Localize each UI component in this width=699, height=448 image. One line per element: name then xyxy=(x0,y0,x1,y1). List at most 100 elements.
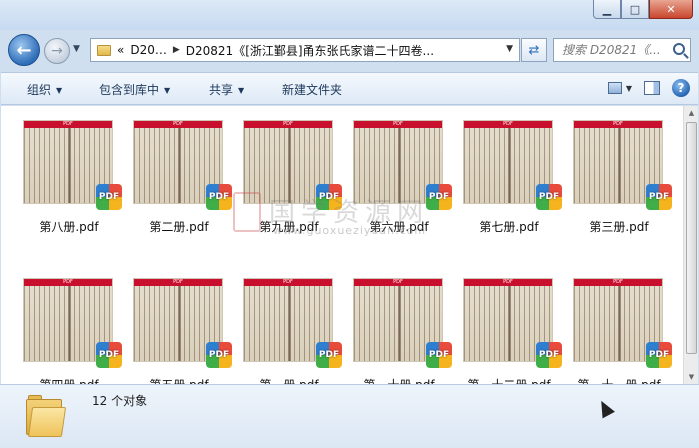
file-name: 第四册.pdf xyxy=(14,376,124,384)
thumbnail-header: PDF xyxy=(354,279,442,286)
breadcrumb-overflow[interactable]: « xyxy=(117,43,124,57)
file-name: 第五册.pdf xyxy=(124,376,234,384)
file-item[interactable]: PDF PDF 第一十册.pdf xyxy=(344,270,454,384)
search-icon[interactable] xyxy=(673,43,685,55)
thumbnail-header: PDF xyxy=(574,279,662,286)
navigation-bar: ← → ▼ « D20… ▶ D20821《[浙江鄞县]甬东张氏家谱二十四卷..… xyxy=(0,30,699,70)
file-name: 第二册.pdf xyxy=(149,220,209,234)
book-spine xyxy=(398,128,401,203)
book-spine xyxy=(178,286,181,361)
thumbnail-header: PDF xyxy=(24,121,112,128)
file-name: 第三册.pdf xyxy=(589,220,649,234)
maximize-button[interactable]: □ xyxy=(621,0,649,19)
file-item[interactable]: PDF PDF 第八册.pdf xyxy=(14,112,124,240)
forward-button[interactable]: → xyxy=(44,38,70,64)
minimize-button[interactable]: ▁ xyxy=(593,0,621,19)
view-options-dropdown[interactable]: ▼ xyxy=(626,84,632,93)
back-button[interactable]: ← xyxy=(8,34,40,66)
item-count: 12 个对象 xyxy=(92,394,148,408)
folder-icon xyxy=(97,44,111,56)
help-icon[interactable]: ? xyxy=(672,79,690,97)
toolbar-icons: ▼ ? xyxy=(607,79,690,97)
title-bar: ▁ □ ✕ xyxy=(0,0,699,30)
file-item[interactable]: PDF PDF 第一册.pdf xyxy=(234,270,344,384)
preview-pane-icon[interactable] xyxy=(644,81,660,95)
pdf-icon: PDF xyxy=(206,342,232,368)
pdf-icon: PDF xyxy=(646,342,672,368)
thumbnail-header: PDF xyxy=(134,121,222,128)
file-name: 第八册.pdf xyxy=(39,220,99,234)
pdf-icon: PDF xyxy=(646,184,672,210)
book-spine xyxy=(398,286,401,361)
file-name: 第六册.pdf xyxy=(369,220,429,234)
thumbnail-header: PDF xyxy=(244,279,332,286)
close-button[interactable]: ✕ xyxy=(649,0,693,19)
book-spine xyxy=(508,128,511,203)
include-in-library-menu[interactable]: 包含到库中 ▼ xyxy=(99,81,170,98)
scroll-up-icon[interactable]: ▲ xyxy=(684,106,699,120)
share-label: 共享 xyxy=(209,83,234,97)
file-item[interactable]: PDF PDF 第三册.pdf xyxy=(564,112,674,240)
book-spine xyxy=(178,128,181,203)
include-in-library-label: 包含到库中 xyxy=(99,83,160,97)
organize-label: 组织 xyxy=(27,83,52,97)
folder-icon xyxy=(26,393,67,437)
chevron-down-icon: ▼ xyxy=(56,86,63,95)
search-input[interactable] xyxy=(562,43,670,57)
file-item[interactable]: PDF PDF 第一十二册.pdf xyxy=(454,270,564,384)
breadcrumb-item-current[interactable]: D20821《[浙江鄞县]甬东张氏家谱二十四卷... xyxy=(186,42,434,59)
vertical-scrollbar[interactable]: ▲ ▼ xyxy=(683,106,698,384)
file-name: 第一十二册.pdf xyxy=(454,376,564,384)
file-item[interactable]: PDF PDF 第一十一册.pdf xyxy=(564,270,674,384)
file-name: 第一册.pdf xyxy=(234,376,344,384)
pdf-icon: PDF xyxy=(536,184,562,210)
pdf-icon: PDF xyxy=(96,342,122,368)
book-spine xyxy=(618,286,621,361)
pdf-icon: PDF xyxy=(316,342,342,368)
book-spine xyxy=(68,128,71,203)
recent-pages-dropdown[interactable]: ▼ xyxy=(73,44,80,54)
file-item[interactable]: PDF PDF 第四册.pdf xyxy=(14,270,124,384)
file-name: 第七册.pdf xyxy=(479,220,539,234)
book-spine xyxy=(288,128,291,203)
file-item[interactable]: PDF PDF 第九册.pdf xyxy=(234,112,344,240)
file-name: 第一十册.pdf xyxy=(344,376,454,384)
scroll-down-icon[interactable]: ▼ xyxy=(684,370,699,384)
scroll-thumb[interactable] xyxy=(686,122,697,354)
organize-menu[interactable]: 组织 ▼ xyxy=(27,81,62,98)
window-controls: ▁ □ ✕ xyxy=(593,0,693,19)
book-spine xyxy=(288,286,291,361)
pdf-icon: PDF xyxy=(426,342,452,368)
change-view-icon[interactable] xyxy=(607,82,622,94)
chevron-down-icon: ▼ xyxy=(238,86,245,95)
file-item[interactable]: PDF PDF 第七册.pdf xyxy=(454,112,564,240)
breadcrumb-item-parent[interactable]: D20… xyxy=(130,43,167,57)
pdf-icon: PDF xyxy=(96,184,122,210)
thumbnail-header: PDF xyxy=(464,279,552,286)
thumbnail-header: PDF xyxy=(24,279,112,286)
thumbnail-header: PDF xyxy=(574,121,662,128)
command-toolbar: 组织 ▼ 包含到库中 ▼ 共享 ▼ 新建文件夹 ▼ ? xyxy=(1,72,698,105)
file-item[interactable]: PDF PDF 第六册.pdf xyxy=(344,112,454,240)
thumbnail-header: PDF xyxy=(134,279,222,286)
thumbnail-header: PDF xyxy=(244,121,332,128)
file-name: 第一十一册.pdf xyxy=(564,376,674,384)
address-bar[interactable]: « D20… ▶ D20821《[浙江鄞县]甬东张氏家谱二十四卷... ▼ xyxy=(90,38,520,62)
file-item[interactable]: PDF PDF 第五册.pdf xyxy=(124,270,234,384)
refresh-button[interactable]: ⇄ xyxy=(521,38,547,62)
file-name: 第九册.pdf xyxy=(259,220,319,234)
status-bar: 12 个对象 xyxy=(0,384,699,448)
book-spine xyxy=(508,286,511,361)
search-box[interactable] xyxy=(553,38,691,62)
file-list: PDFPDF第一十一册.pdfPDFPDF第一十二册.pdfPDFPDF第一十册… xyxy=(1,106,683,384)
thumbnail-header: PDF xyxy=(354,121,442,128)
book-spine xyxy=(618,128,621,203)
share-menu[interactable]: 共享 ▼ xyxy=(209,81,244,98)
pdf-icon: PDF xyxy=(316,184,342,210)
chevron-right-icon[interactable]: ▶ xyxy=(173,45,180,55)
address-dropdown-icon[interactable]: ▼ xyxy=(506,44,513,54)
file-item[interactable]: PDF PDF 第二册.pdf xyxy=(124,112,234,240)
pdf-icon: PDF xyxy=(426,184,452,210)
chevron-down-icon: ▼ xyxy=(164,86,171,95)
new-folder-button[interactable]: 新建文件夹 xyxy=(282,81,342,98)
